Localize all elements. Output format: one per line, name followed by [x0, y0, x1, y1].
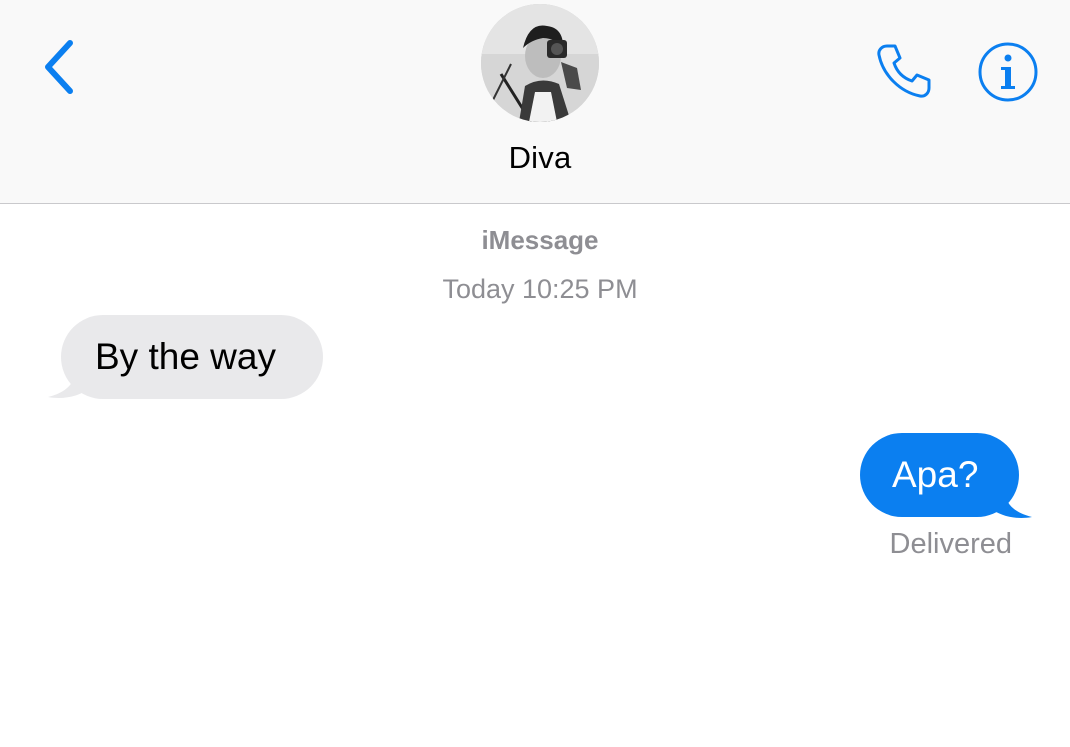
service-label: iMessage	[481, 225, 599, 255]
back-button[interactable]	[30, 32, 90, 102]
info-icon	[978, 42, 1038, 102]
chevron-left-icon	[45, 40, 73, 94]
avatar[interactable]	[481, 4, 599, 122]
message-timestamp: Today 10:25 PM	[442, 274, 638, 304]
phone-icon	[877, 44, 931, 98]
avatar-photo	[481, 4, 599, 122]
outgoing-message-bubble[interactable]: Apa?	[860, 433, 1019, 517]
info-button[interactable]	[974, 38, 1042, 106]
incoming-message-bubble[interactable]: By the way	[61, 315, 323, 399]
conversation-header: Diva	[0, 0, 1070, 204]
contact-name[interactable]: Diva	[0, 140, 1070, 176]
call-button[interactable]	[868, 38, 940, 104]
delivery-status: Delivered	[889, 528, 1013, 560]
